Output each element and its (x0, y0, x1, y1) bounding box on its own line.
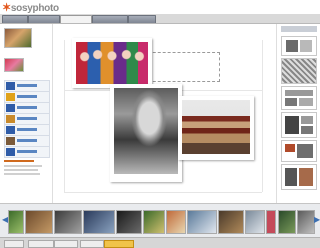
tab-4[interactable] (92, 15, 128, 23)
portrait-photo (114, 88, 178, 174)
row-bar (17, 139, 37, 142)
film-thumbnail[interactable] (116, 210, 142, 234)
right-panel-header (281, 26, 317, 32)
photo-frame[interactable] (110, 84, 182, 182)
layout-cell (285, 98, 297, 106)
row-bar (17, 117, 37, 120)
logo-mark-icon: ✶ (2, 2, 11, 14)
app-logo[interactable]: ✶sosyphoto (2, 1, 59, 14)
film-thumbnail[interactable] (278, 210, 296, 234)
text-line (4, 169, 38, 171)
film-thumbnail[interactable] (54, 210, 82, 234)
temple-photo (182, 100, 250, 154)
film-thumbnail[interactable] (218, 210, 244, 234)
text-line (4, 173, 40, 175)
guide-line (262, 40, 263, 192)
tab-3[interactable] (60, 15, 92, 23)
row-bar (17, 106, 37, 109)
left-panel-photo[interactable] (4, 28, 32, 48)
layout-cell (301, 126, 313, 134)
row-bar (17, 128, 37, 131)
dolls-photo (76, 42, 148, 84)
film-thumbnail[interactable] (83, 210, 115, 234)
row-swatch (6, 82, 15, 90)
layout-cell (285, 116, 299, 134)
row-swatch (6, 115, 15, 123)
tab-2[interactable] (28, 15, 60, 23)
layout-cell (297, 144, 313, 158)
row-bar (17, 150, 37, 153)
layout-cell (285, 168, 297, 186)
row-swatch (6, 104, 15, 112)
film-thumbnail[interactable] (297, 210, 315, 234)
film-thumbnail[interactable] (143, 210, 165, 234)
film-thumbnail[interactable] (245, 210, 265, 234)
row-bar (17, 95, 37, 98)
film-thumbnail[interactable] (266, 210, 276, 234)
layout-thumbnail[interactable] (281, 140, 317, 162)
left-panel (0, 24, 53, 203)
film-thumbnail[interactable] (166, 210, 186, 234)
film-thumbnail[interactable] (25, 210, 53, 234)
layout-cell (300, 40, 312, 52)
layout-canvas[interactable] (54, 24, 272, 203)
status-bar (0, 237, 320, 248)
layout-thumbnail[interactable] (281, 58, 317, 84)
layout-thumbnail[interactable] (281, 164, 317, 190)
film-thumbnail[interactable] (187, 210, 217, 234)
photo-frame[interactable] (72, 38, 152, 88)
right-panel (276, 24, 320, 203)
layout-cell (286, 40, 298, 52)
row-swatch (6, 126, 15, 134)
layout-cell (301, 116, 313, 124)
tab-1[interactable] (2, 15, 28, 23)
row-swatch (6, 137, 15, 145)
photo-filmstrip: ◀ ▶ (0, 203, 320, 238)
photo-frame[interactable] (178, 96, 254, 160)
left-panel-photo[interactable] (4, 58, 24, 72)
title-bar: ✶sosyphoto (0, 0, 320, 14)
section-rule (4, 160, 34, 162)
layout-thumbnail[interactable] (281, 36, 317, 56)
layout-cell (285, 90, 313, 96)
tab-5[interactable] (128, 15, 156, 23)
tab-bar (0, 14, 320, 24)
layout-cell (299, 98, 313, 106)
text-line (4, 165, 42, 167)
guide-line (64, 192, 262, 193)
guide-line (64, 40, 65, 192)
film-thumbnail[interactable] (8, 210, 24, 234)
left-panel-row[interactable] (4, 146, 50, 158)
row-bar (17, 84, 37, 87)
row-swatch (6, 148, 15, 156)
row-swatch (6, 93, 15, 101)
layout-thumbnail[interactable] (281, 112, 317, 138)
layout-cell (299, 168, 313, 186)
scroll-right-icon[interactable]: ▶ (314, 215, 320, 224)
layout-cell (285, 144, 295, 152)
layout-thumbnail[interactable] (281, 86, 317, 110)
